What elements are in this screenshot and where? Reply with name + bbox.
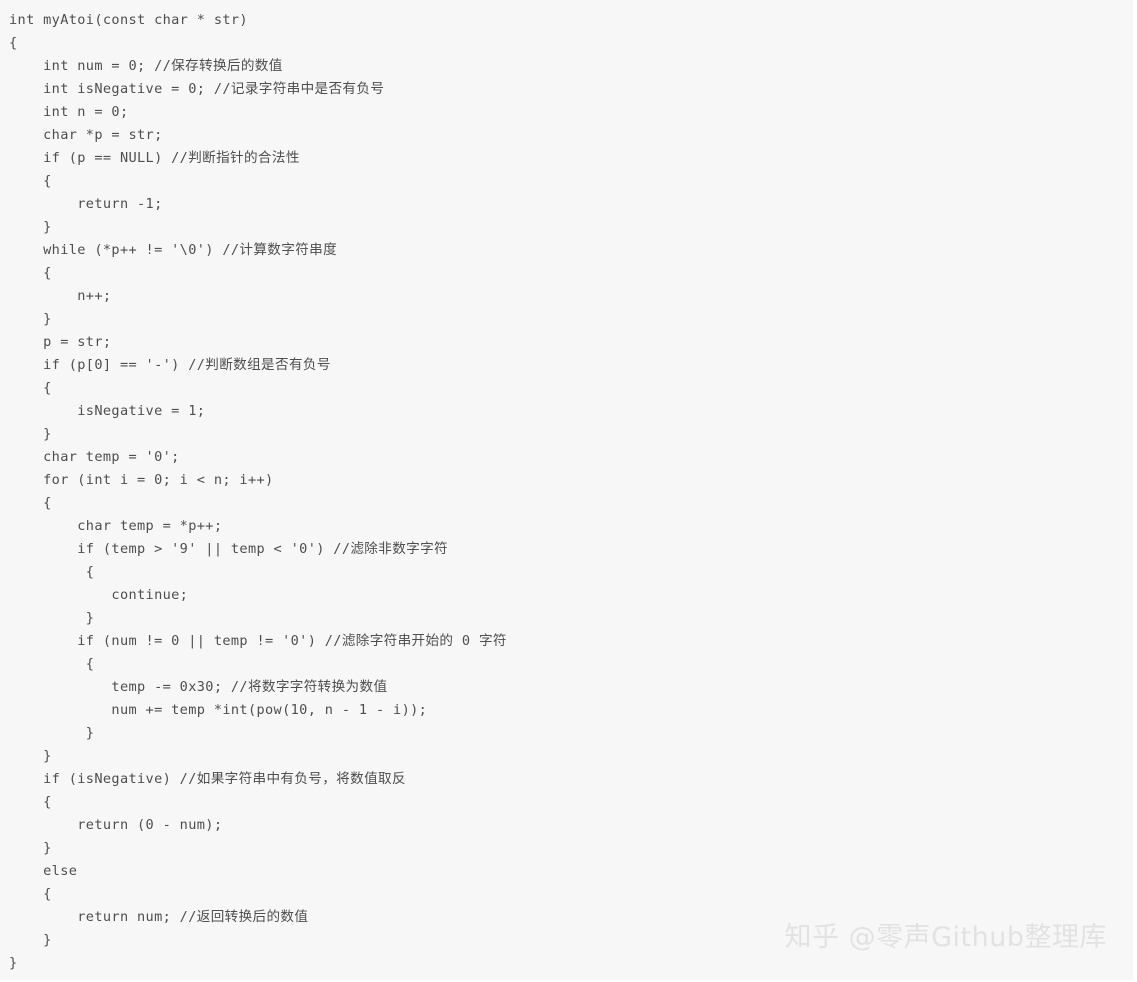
code-line: return -1; xyxy=(9,196,163,212)
code-line: num += temp *int(pow(10, n - 1 - i)); xyxy=(9,702,428,718)
code-line: } xyxy=(9,748,52,764)
code-line: } xyxy=(9,932,52,948)
code-line: int num = 0; //保存转换后的数值 xyxy=(9,58,283,74)
code-line: n++; xyxy=(9,288,112,304)
code-line: p = str; xyxy=(9,334,112,350)
code-line: } xyxy=(9,426,52,442)
code-line: while (*p++ != '\0') //计算数字符串度 xyxy=(9,242,338,258)
code-line: int n = 0; xyxy=(9,104,129,120)
code-line: if (p[0] == '-') //判断数组是否有负号 xyxy=(9,357,331,373)
code-line: } xyxy=(9,955,18,971)
code-line: return num; //返回转换后的数值 xyxy=(9,909,309,925)
code-line: if (num != 0 || temp != '0') //滤除字符串开始的 … xyxy=(9,633,507,649)
code-line: } xyxy=(9,311,52,327)
code-line: } xyxy=(9,840,52,856)
code-line: temp -= 0x30; //将数字字符转换为数值 xyxy=(9,679,388,695)
code-line: { xyxy=(9,380,52,396)
code-line: { xyxy=(9,35,18,51)
code-line: if (isNegative) //如果字符串中有负号，将数值取反 xyxy=(9,771,406,787)
code-line: { xyxy=(9,886,52,902)
code-line: return (0 - num); xyxy=(9,817,223,833)
code-line: int myAtoi(const char * str) xyxy=(9,12,248,28)
code-line: char temp = '0'; xyxy=(9,449,180,465)
code-line: if (temp > '9' || temp < '0') //滤除非数字字符 xyxy=(9,541,448,557)
code-line: char *p = str; xyxy=(9,127,163,143)
code-line: { xyxy=(9,564,95,580)
code-snippet-panel: int myAtoi(const char * str) { int num = … xyxy=(0,0,1137,982)
code-line: { xyxy=(9,495,52,511)
code-line: int isNegative = 0; //记录字符串中是否有负号 xyxy=(9,81,385,97)
code-line: { xyxy=(9,173,52,189)
code-line: } xyxy=(9,219,52,235)
code-line: char temp = *p++; xyxy=(9,518,223,534)
code-line: { xyxy=(9,794,52,810)
code-line: { xyxy=(9,656,95,672)
code-line: else xyxy=(9,863,78,879)
code-line: { xyxy=(9,265,52,281)
code-line: } xyxy=(9,725,95,741)
code-line: continue; xyxy=(9,587,189,603)
code-line: for (int i = 0; i < n; i++) xyxy=(9,472,274,488)
code-line: isNegative = 1; xyxy=(9,403,206,419)
code-line: } xyxy=(9,610,95,626)
code-listing[interactable]: int myAtoi(const char * str) { int num = … xyxy=(0,9,1133,975)
code-line: if (p == NULL) //判断指针的合法性 xyxy=(9,150,300,166)
